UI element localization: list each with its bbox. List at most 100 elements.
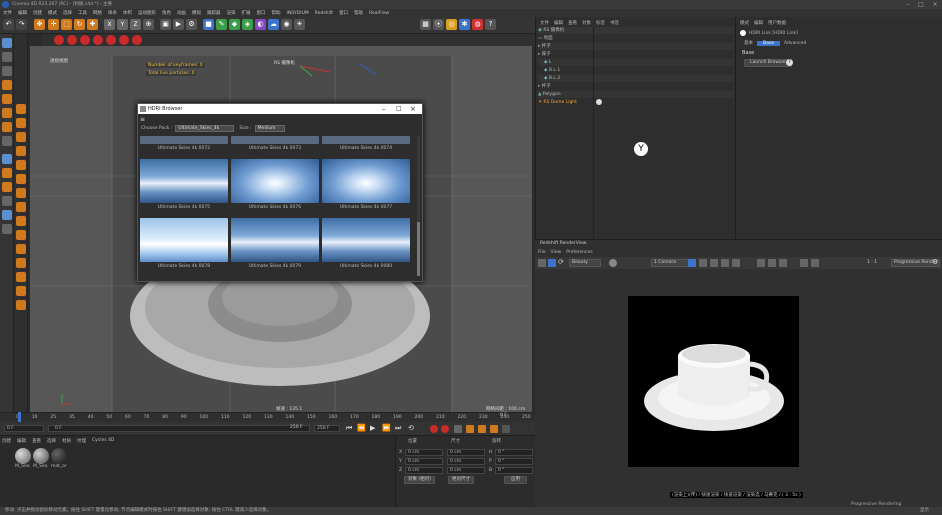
subtab-base[interactable]: Base	[757, 40, 780, 46]
om-tab-file[interactable]: 文件	[540, 20, 549, 26]
extrude-icon[interactable]	[16, 174, 26, 184]
hdri-thumb-0075[interactable]	[140, 159, 228, 203]
menu-select[interactable]: 选择	[63, 10, 72, 16]
menu-redshift[interactable]: Redshift	[315, 11, 333, 16]
start-render-icon[interactable]	[548, 259, 556, 267]
close-icon[interactable]: ×	[929, 0, 941, 9]
menu-extensions[interactable]: 扩展	[242, 10, 251, 16]
hdri-thumb-0076[interactable]	[231, 159, 319, 203]
menu-mesh[interactable]: 网格	[93, 10, 102, 16]
rotation-b-field[interactable]: 0 °	[495, 466, 533, 474]
object-row[interactable]: ◉ RS 摄像机	[538, 27, 734, 34]
hdri-link-icon[interactable]: Y	[634, 142, 648, 156]
polygon-pen-icon[interactable]	[16, 230, 26, 240]
prev-key-icon[interactable]: ⏪	[357, 424, 366, 432]
zoom-fit-icon[interactable]	[757, 259, 765, 267]
path-select-icon[interactable]	[16, 258, 26, 268]
recent-tool-icon[interactable]: ✚	[87, 19, 98, 30]
hdri-thumb-0073[interactable]	[231, 136, 319, 144]
object-row[interactable]: ◆ B.L.1	[538, 67, 734, 74]
key-scale-icon[interactable]	[490, 425, 498, 433]
mat-tab-material[interactable]: 材质	[62, 438, 71, 444]
compare-icon[interactable]	[779, 259, 787, 267]
save-image-icon[interactable]	[538, 259, 546, 267]
material-swatch-1[interactable]	[15, 448, 31, 464]
size-dropdown[interactable]: Medium	[254, 124, 285, 132]
magnet-icon[interactable]	[16, 118, 26, 128]
coordinate-system-icon[interactable]: ⊕	[143, 19, 154, 30]
play-icon[interactable]: ▶	[370, 424, 375, 432]
rendered-image[interactable]	[628, 296, 799, 467]
workplane-icon[interactable]	[2, 182, 12, 192]
next-key-icon[interactable]: ⏩	[382, 424, 391, 432]
om-tab-view[interactable]: 查看	[568, 20, 577, 26]
redshift-camera-icon[interactable]	[93, 35, 103, 45]
sculpt-icon[interactable]: ◎	[446, 19, 457, 30]
end-frame-field[interactable]: 250 F	[290, 425, 312, 432]
redshift-volume-icon[interactable]	[119, 35, 129, 45]
crop-icon[interactable]	[768, 259, 776, 267]
menu-window-2[interactable]: 窗口	[339, 10, 348, 16]
polygon-mode-icon[interactable]	[2, 108, 12, 118]
subdivision-icon[interactable]: ◆	[229, 19, 240, 30]
object-row[interactable]: ▲ Polygon	[538, 91, 734, 98]
menu-simulate[interactable]: 模拟	[192, 10, 201, 16]
smooth-brush-icon[interactable]	[16, 132, 26, 142]
coord-mode-dropdown[interactable]: 对象 (相对)	[404, 476, 435, 484]
weld-icon[interactable]	[16, 202, 26, 212]
knife-icon[interactable]	[16, 146, 26, 156]
deformer-icon[interactable]: ◐	[255, 19, 266, 30]
object-row[interactable]: ◆ L	[538, 59, 734, 66]
settings-gear-icon[interactable]: ⚙	[932, 258, 938, 266]
point-mode-icon[interactable]	[2, 80, 12, 90]
render-region-icon[interactable]: ▣	[160, 19, 171, 30]
move-icon[interactable]: ✛	[48, 19, 59, 30]
menu-animate[interactable]: 动画	[177, 10, 186, 16]
maximize-icon[interactable]: □	[915, 0, 927, 9]
hdri-thumb-0079[interactable]	[231, 218, 319, 262]
xparticles-icon[interactable]: ✱	[459, 19, 470, 30]
hdri-scrollbar-thumb[interactable]	[417, 222, 420, 276]
subtab-basic[interactable]: 基本	[740, 40, 757, 46]
axis-mode-icon[interactable]	[2, 136, 12, 146]
histogram-icon[interactable]	[800, 259, 808, 267]
position-y-field[interactable]: 0 cm	[405, 457, 443, 465]
hdri-thumb-0077[interactable]	[322, 159, 410, 203]
model-mode-icon[interactable]	[2, 52, 12, 62]
redshift-env-icon[interactable]	[132, 35, 142, 45]
hdri-thumb-0080[interactable]	[322, 218, 410, 262]
snap-toggle-icon[interactable]	[2, 168, 12, 178]
menu-help[interactable]: 帮助	[272, 10, 281, 16]
hdri-thumb-0078[interactable]	[140, 218, 228, 262]
attr-tab-edit[interactable]: 编辑	[754, 20, 763, 26]
subtab-advanced[interactable]: Advanced	[780, 41, 810, 46]
end-frame-field-2[interactable]: 250 F	[314, 425, 340, 432]
menu-realflow[interactable]: RealFlow	[369, 11, 389, 16]
slide-icon[interactable]	[16, 300, 26, 310]
camera-dropdown[interactable]: 1 Camera	[651, 259, 691, 267]
goto-end-icon[interactable]: ⏭	[395, 424, 401, 433]
solo-icon[interactable]	[2, 154, 12, 164]
menu-mode[interactable]: 模式	[48, 10, 57, 16]
minimize-icon[interactable]: –	[902, 0, 914, 9]
environment-icon[interactable]: ☁	[268, 19, 279, 30]
axis-x-button[interactable]: X	[104, 19, 115, 30]
size-mode-dropdown[interactable]: 绝对尺寸	[448, 476, 474, 484]
start-frame-field[interactable]: 0 F	[4, 425, 44, 432]
make-editable-icon[interactable]	[2, 38, 12, 48]
info-icon[interactable]	[811, 259, 819, 267]
cube-icon[interactable]: ■	[203, 19, 214, 30]
menu-render[interactable]: 渲染	[227, 10, 236, 16]
help-icon[interactable]: ?	[485, 19, 496, 30]
dome-light-tag-icon[interactable]	[596, 99, 602, 105]
render-view-icon[interactable]: ▶	[173, 19, 184, 30]
om-tab-bookmarks[interactable]: 书签	[610, 20, 619, 26]
axis-y-button[interactable]: Y	[117, 19, 128, 30]
help-icon[interactable]: ?	[786, 59, 793, 66]
redo-icon[interactable]: ↷	[16, 19, 27, 30]
goto-start-icon[interactable]: ⏮	[346, 424, 352, 433]
menu-mograph[interactable]: 运动图形	[138, 10, 156, 16]
autokey-icon[interactable]	[441, 425, 449, 433]
om-tab-object[interactable]: 对象	[582, 20, 591, 26]
texture-mode-icon[interactable]	[2, 66, 12, 76]
